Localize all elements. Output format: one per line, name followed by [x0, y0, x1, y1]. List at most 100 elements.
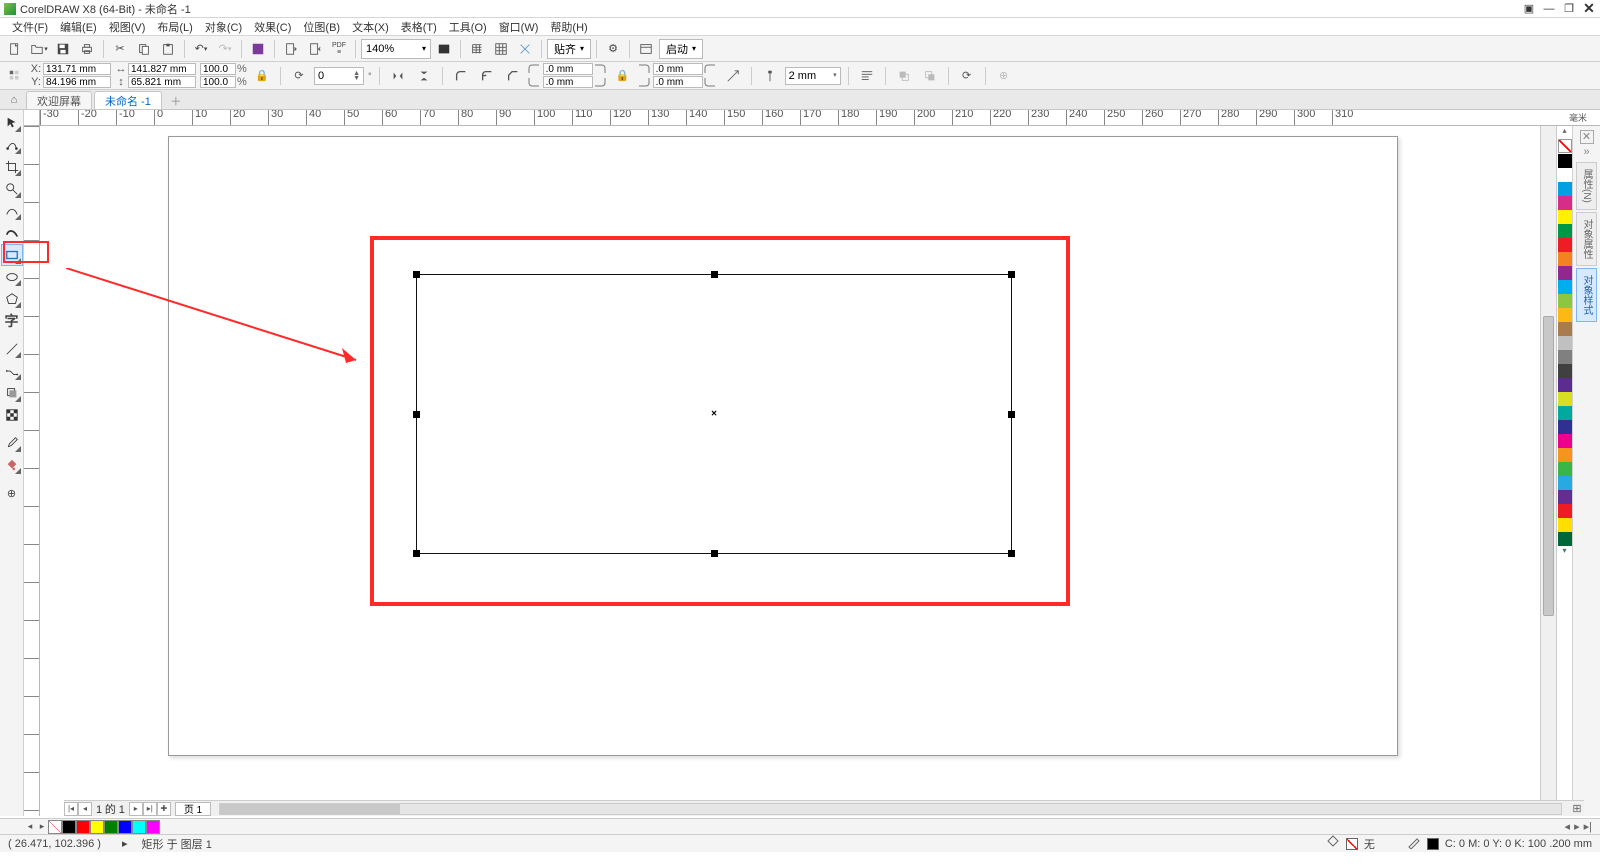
- color-swatch[interactable]: [1558, 168, 1572, 182]
- fill-color-icon[interactable]: [1326, 835, 1340, 852]
- object-height-input[interactable]: 65.821 mm: [128, 76, 196, 88]
- palette-scroll-up[interactable]: ▴: [1557, 126, 1572, 138]
- add-page-button[interactable]: ✚: [157, 802, 171, 816]
- vertical-ruler[interactable]: [24, 126, 40, 816]
- first-page-button[interactable]: |◂: [64, 802, 78, 816]
- shape-tool[interactable]: [1, 134, 23, 156]
- close-button[interactable]: ✕: [1582, 2, 1596, 16]
- prev-page-button[interactable]: ◂: [78, 802, 92, 816]
- window-help-icon[interactable]: ▣: [1522, 2, 1536, 16]
- next-page-button[interactable]: ▸: [129, 802, 143, 816]
- docker-expand-icon[interactable]: »: [1580, 146, 1594, 160]
- export-button[interactable]: [304, 38, 326, 60]
- outline-pen-icon[interactable]: [1407, 835, 1421, 852]
- menu-window[interactable]: 窗口(W): [493, 19, 545, 35]
- to-front-button[interactable]: [893, 65, 915, 87]
- connector-tool[interactable]: [1, 360, 23, 382]
- docker-tab-hints[interactable]: 属性(N): [1576, 162, 1597, 210]
- interactive-fill-tool[interactable]: [1, 454, 23, 476]
- publish-pdf-button[interactable]: PDF≡: [328, 38, 350, 60]
- color-swatch[interactable]: [1558, 420, 1572, 434]
- show-rulers-button[interactable]: [466, 38, 488, 60]
- full-screen-button[interactable]: [433, 38, 455, 60]
- show-grid-button[interactable]: [490, 38, 512, 60]
- color-swatch[interactable]: [1558, 308, 1572, 322]
- new-tab-button[interactable]: ＋: [168, 93, 184, 109]
- polygon-tool[interactable]: [1, 288, 23, 310]
- palette-scroll-down[interactable]: ▾: [1557, 546, 1572, 558]
- new-button[interactable]: [4, 38, 26, 60]
- doc-palette-options[interactable]: ▸|: [1584, 820, 1592, 833]
- object-x-input[interactable]: 131.71 mm: [43, 63, 111, 75]
- color-swatch[interactable]: [1558, 392, 1572, 406]
- redo-button[interactable]: ↷▾: [214, 38, 236, 60]
- quick-customize-tool[interactable]: ⊕: [1, 482, 23, 504]
- corner-bl-input[interactable]: .0 mm: [543, 76, 593, 88]
- search-content-button[interactable]: [247, 38, 269, 60]
- color-swatch[interactable]: [1558, 504, 1572, 518]
- relative-corner-button[interactable]: [722, 65, 744, 87]
- color-swatch[interactable]: [1558, 350, 1572, 364]
- transparency-tool[interactable]: [1, 404, 23, 426]
- doc-palette-menu[interactable]: ▸: [36, 821, 48, 832]
- menu-edit[interactable]: 编辑(E): [54, 19, 103, 35]
- quick-customize-button[interactable]: ⊕: [993, 65, 1015, 87]
- docker-tab-object-styles[interactable]: 对象样式: [1576, 268, 1597, 322]
- text-tool[interactable]: 字: [1, 310, 23, 332]
- docker-tab-object-properties[interactable]: 对象属性: [1576, 212, 1597, 266]
- last-page-button[interactable]: ▸|: [143, 802, 157, 816]
- color-swatch[interactable]: [1558, 406, 1572, 420]
- color-swatch[interactable]: [1558, 434, 1572, 448]
- color-swatch[interactable]: [1558, 280, 1572, 294]
- object-width-input[interactable]: 141.827 mm: [128, 63, 196, 75]
- undo-button[interactable]: ↶▾: [190, 38, 212, 60]
- menu-view[interactable]: 视图(V): [103, 19, 152, 35]
- color-swatch[interactable]: [1558, 294, 1572, 308]
- color-swatch[interactable]: [1558, 182, 1572, 196]
- eyedropper-tool[interactable]: [1, 432, 23, 454]
- color-swatch[interactable]: [1558, 462, 1572, 476]
- doc-palette-scroll-right[interactable]: ▸: [1574, 820, 1580, 833]
- tab-document[interactable]: 未命名 -1: [94, 91, 162, 109]
- menu-layout[interactable]: 布局(L): [151, 19, 198, 35]
- menu-object[interactable]: 对象(C): [199, 19, 248, 35]
- color-swatch[interactable]: [1558, 518, 1572, 532]
- no-color-swatch[interactable]: [1558, 139, 1572, 153]
- color-swatch[interactable]: [1558, 252, 1572, 266]
- fill-swatch[interactable]: [1346, 838, 1358, 850]
- corner-scallop-button[interactable]: [476, 65, 498, 87]
- color-swatch[interactable]: [1558, 476, 1572, 490]
- pick-tool[interactable]: [1, 112, 23, 134]
- color-swatch[interactable]: [1558, 448, 1572, 462]
- selected-rectangle-object[interactable]: ×: [416, 274, 1012, 554]
- wrap-text-button[interactable]: [856, 65, 878, 87]
- color-swatch[interactable]: [1558, 532, 1572, 546]
- outline-swatch[interactable]: [1427, 838, 1439, 850]
- rotation-angle-input[interactable]: 0▲▼: [314, 67, 364, 85]
- color-swatch[interactable]: [1558, 336, 1572, 350]
- lock-corners-button[interactable]: 🔒: [612, 65, 634, 87]
- open-button[interactable]: ▾: [28, 38, 50, 60]
- vertical-scrollbar[interactable]: [1540, 126, 1556, 816]
- menu-tools[interactable]: 工具(O): [443, 19, 493, 35]
- paste-button[interactable]: [157, 38, 179, 60]
- app-launcher-icon[interactable]: [635, 38, 657, 60]
- to-back-button[interactable]: [919, 65, 941, 87]
- menu-bitmap[interactable]: 位图(B): [297, 19, 346, 35]
- corner-br-input[interactable]: .0 mm: [653, 76, 703, 88]
- doc-palette-swatch[interactable]: [132, 820, 146, 834]
- minimize-button[interactable]: ―: [1542, 2, 1556, 16]
- launch-combo[interactable]: 启动▾: [659, 39, 703, 59]
- import-button[interactable]: [280, 38, 302, 60]
- color-swatch[interactable]: [1558, 238, 1572, 252]
- color-swatch[interactable]: [1558, 378, 1572, 392]
- color-swatch[interactable]: [1558, 364, 1572, 378]
- doc-palette-swatch[interactable]: [62, 820, 76, 834]
- color-swatch[interactable]: [1558, 490, 1572, 504]
- cut-button[interactable]: ✂: [109, 38, 131, 60]
- zoom-tool[interactable]: [1, 178, 23, 200]
- corner-tr-input[interactable]: .0 mm: [653, 63, 703, 75]
- navigator-button[interactable]: ⊞: [1570, 802, 1584, 815]
- doc-palette-swatch[interactable]: [118, 820, 132, 834]
- corner-chamfer-button[interactable]: [502, 65, 524, 87]
